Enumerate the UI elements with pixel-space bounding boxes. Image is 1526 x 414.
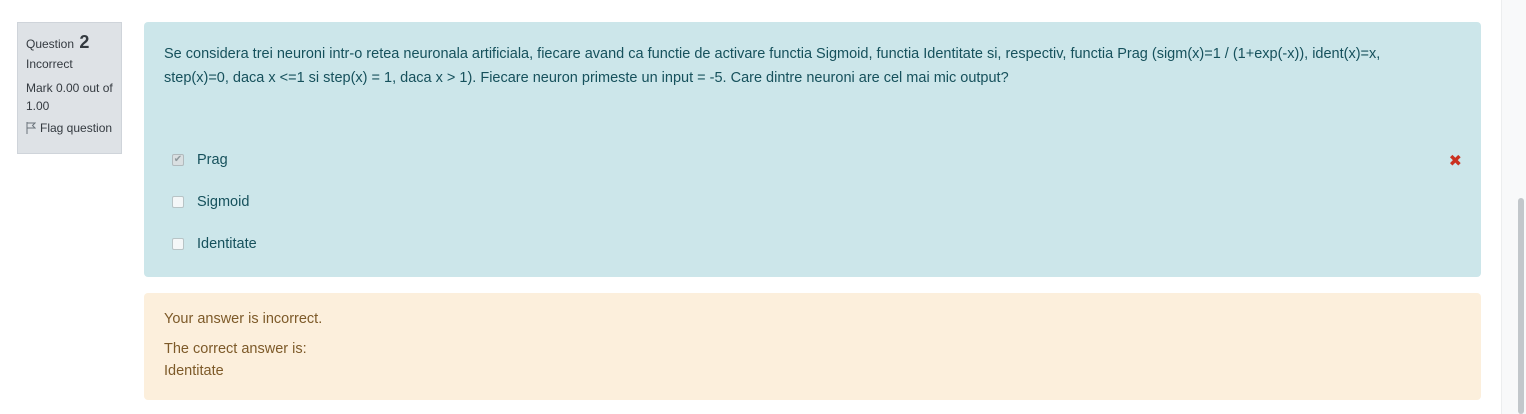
incorrect-icon: ✖ — [1448, 153, 1462, 170]
question-number-line: Question 2 — [26, 31, 113, 53]
answer-option-prag[interactable]: ✔ Prag ✖ — [172, 139, 1462, 181]
answer-checkbox-sigmoid[interactable] — [172, 196, 184, 208]
question-outcome: Your answer is incorrect. The correct an… — [144, 293, 1481, 400]
flag-question-label: Flag question — [40, 121, 113, 135]
question-text: Se considera trei neuroni intr-o retea n… — [164, 46, 1381, 86]
correct-answer-value: Identitate — [164, 363, 224, 379]
answer-option-identitate[interactable]: Identitate — [172, 223, 1462, 265]
question-formulation: Se considera trei neuroni intr-o retea n… — [144, 22, 1481, 277]
flag-question-link[interactable]: Flag question — [26, 121, 113, 135]
answer-checkbox-identitate[interactable] — [172, 238, 184, 250]
check-icon: ✔ — [173, 154, 183, 165]
answer-option-sigmoid[interactable]: Sigmoid — [172, 181, 1462, 223]
page-scrollbar[interactable] — [1501, 0, 1526, 414]
question-grade: Mark 0.00 out of 1.00 — [26, 81, 113, 113]
question-info-panel: Question 2 Incorrect Mark 0.00 out of 1.… — [17, 22, 122, 154]
flag-icon — [26, 122, 36, 134]
question-label: Question — [26, 37, 75, 51]
question-state: Incorrect — [26, 57, 73, 71]
answer-checkbox-prag[interactable]: ✔ — [172, 154, 184, 166]
scrollbar-thumb[interactable] — [1518, 198, 1524, 414]
answer-label-prag: Prag — [197, 152, 228, 168]
answer-label-identitate: Identitate — [197, 236, 257, 252]
answer-list: ✔ Prag ✖ Sigmoid Identitate — [172, 139, 1462, 265]
answer-label-sigmoid: Sigmoid — [197, 194, 250, 210]
feedback-text: Your answer is incorrect. — [164, 311, 323, 327]
question-number: 2 — [79, 32, 90, 52]
correct-answer-label: The correct answer is: — [164, 341, 307, 357]
